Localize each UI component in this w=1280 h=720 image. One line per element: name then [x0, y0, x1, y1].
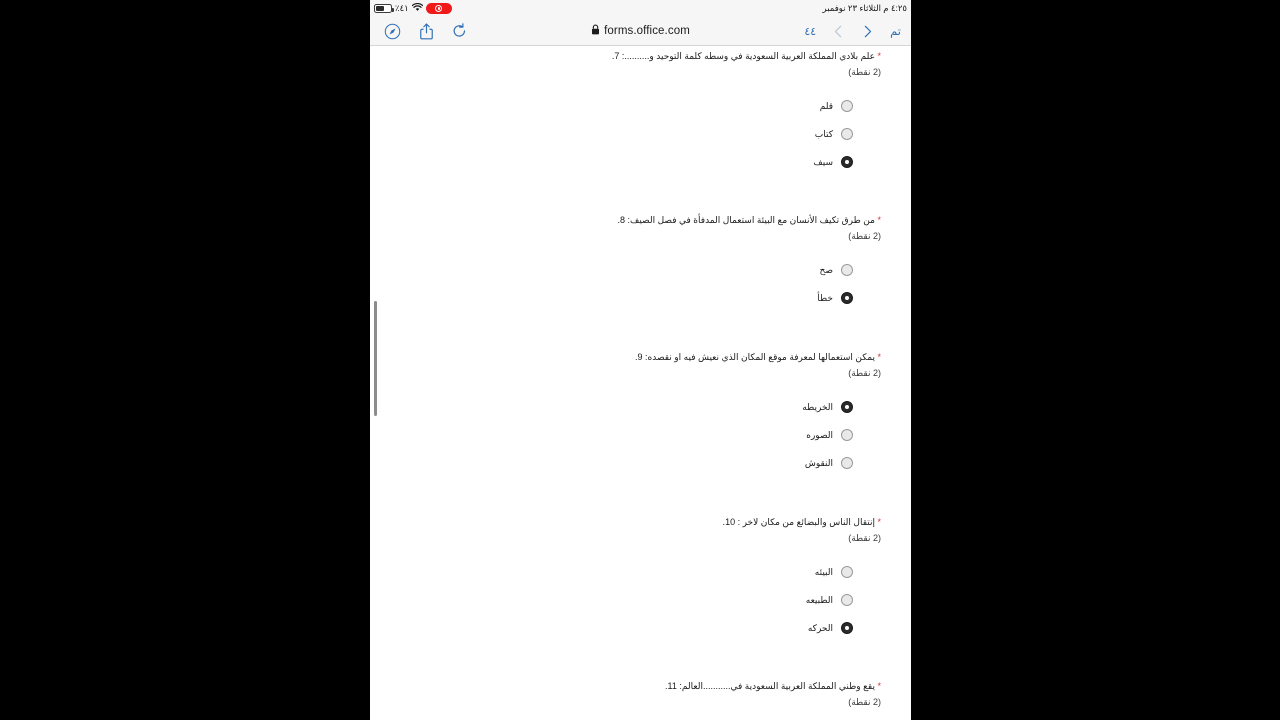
radio-button-selected[interactable] [841, 622, 853, 635]
radio-button-selected[interactable] [841, 401, 853, 414]
status-bar-left: ٪٤١ [374, 3, 452, 14]
question-heading: * إنتقال الناس والبضائع من مكان لاخر : 1… [401, 516, 881, 544]
chevron-back-icon[interactable] [832, 25, 845, 38]
wifi-icon [411, 3, 423, 14]
option-label: صح [819, 264, 833, 275]
question-points: (2 نقطة) [848, 696, 881, 707]
question-text: علم بلادي المملكة العربية السعودية في وس… [621, 51, 875, 61]
options-list: البيئه الطبيعه الحركه [401, 558, 881, 642]
chevron-forward-icon[interactable] [861, 25, 874, 38]
options-list: قلم كتاب سيف [401, 92, 881, 176]
question-block: * من طرق تكيف الأنسان مع البيئة استعمال … [401, 214, 881, 312]
question-heading: * يمكن استعمالها لمعرفة موقع المكان الذي… [401, 351, 881, 379]
option-row[interactable]: سيف [401, 148, 881, 176]
options-list: صح خطأ [401, 256, 881, 312]
done-button[interactable]: تم [890, 24, 901, 38]
battery-icon [374, 4, 394, 13]
option-row[interactable]: الصوره [401, 421, 881, 449]
question-text: من طرق تكيف الأنسان مع البيئة استعمال ال… [627, 215, 875, 225]
question-text: إنتقال الناس والبضائع من مكان لاخر : [737, 517, 875, 527]
required-marker: * [877, 215, 881, 225]
radio-button-selected[interactable] [841, 156, 853, 169]
radio-button[interactable] [841, 128, 853, 141]
question-heading: * من طرق تكيف الأنسان مع البيئة استعمال … [401, 214, 881, 242]
question-number: 8. [617, 215, 625, 225]
radio-button-selected[interactable] [841, 292, 853, 305]
option-row[interactable]: صح [401, 256, 881, 284]
ios-status-bar: ٪٤١ ٤:٢٥ م الثلاثاء ٢٣ نوفمبر [370, 0, 911, 17]
option-label: خطأ [817, 292, 833, 303]
lock-icon [591, 22, 600, 40]
question-number: 7. [611, 51, 620, 61]
safari-compass-icon[interactable] [384, 23, 401, 40]
tab-count-label[interactable]: ٤٤ [804, 25, 816, 38]
option-row[interactable]: البيئه [401, 558, 881, 586]
option-label: الخريطه [802, 401, 833, 412]
required-marker: * [877, 517, 881, 527]
radio-button[interactable] [841, 264, 853, 277]
question-points: (2 نقطة) [848, 230, 881, 241]
question-number: 11. [665, 681, 677, 691]
toolbar-left-group [370, 22, 467, 40]
question-number: 9. [634, 352, 643, 362]
question-text: يمكن استعمالها لمعرفة موقع المكان الذي ن… [645, 352, 875, 362]
forms-quiz-body: * علم بلادي المملكة العربية السعودية في … [370, 46, 911, 720]
question-points: (2 نقطة) [848, 66, 881, 77]
safari-toolbar: forms.office.com ٤٤ تم [370, 17, 911, 46]
option-row[interactable]: كتاب [401, 120, 881, 148]
option-label: النقوش [804, 457, 833, 468]
option-label: كتاب [814, 128, 833, 139]
question-points: (2 نقطة) [848, 532, 881, 543]
question-block: * علم بلادي المملكة العربية السعودية في … [401, 50, 881, 176]
option-label: قلم [819, 100, 833, 111]
radio-button[interactable] [841, 594, 853, 607]
option-row[interactable]: قلم [401, 92, 881, 120]
question-heading: * علم بلادي المملكة العربية السعودية في … [401, 50, 881, 78]
option-row[interactable]: الطبيعه [401, 586, 881, 614]
radio-button[interactable] [841, 457, 853, 470]
status-bar-datetime: ٤:٢٥ م الثلاثاء ٢٣ نوفمبر [822, 3, 907, 13]
question-text: يقع وطني المملكة العربية السعودية في....… [679, 681, 875, 691]
radio-button[interactable] [841, 100, 853, 113]
radio-button[interactable] [841, 566, 853, 579]
reload-icon[interactable] [452, 23, 467, 39]
options-list: الخريطه الصوره النقوش [401, 393, 881, 477]
question-heading: * يقع وطني المملكة العربية السعودية في..… [401, 680, 881, 708]
option-row[interactable]: الحركه [401, 614, 881, 642]
record-dot-icon [435, 5, 443, 12]
battery-percent-label: ٪٤١ [395, 3, 409, 13]
url-text: forms.office.com [604, 25, 690, 37]
option-label: الطبيعه [805, 594, 833, 605]
toolbar-right-group: ٤٤ تم [804, 24, 911, 38]
required-marker: * [877, 352, 881, 362]
screen-recording-badge[interactable] [425, 3, 452, 14]
share-icon[interactable] [419, 22, 434, 40]
battery-level-fill [376, 6, 384, 11]
option-label: الحركه [807, 622, 833, 633]
question-block: * يقع وطني المملكة العربية السعودية في..… [401, 680, 881, 708]
option-label: البيئه [814, 566, 833, 577]
option-row[interactable]: خطأ [401, 284, 881, 312]
option-label: الصوره [806, 429, 833, 440]
option-row[interactable]: الخريطه [401, 393, 881, 421]
radio-button[interactable] [841, 429, 853, 442]
option-label: سيف [813, 156, 833, 167]
webpage-viewport: * علم بلادي المملكة العربية السعودية في … [370, 46, 911, 720]
question-block: * إنتقال الناس والبضائع من مكان لاخر : 1… [401, 516, 881, 642]
required-marker: * [877, 681, 881, 691]
question-block: * يمكن استعمالها لمعرفة موقع المكان الذي… [401, 351, 881, 477]
device-screen: ٪٤١ ٤:٢٥ م الثلاثاء ٢٣ نوفمبر forms.offi… [370, 0, 911, 720]
question-points: (2 نقطة) [848, 367, 881, 378]
required-marker: * [877, 51, 881, 61]
option-row[interactable]: النقوش [401, 449, 881, 477]
question-number: 10. [722, 517, 736, 527]
